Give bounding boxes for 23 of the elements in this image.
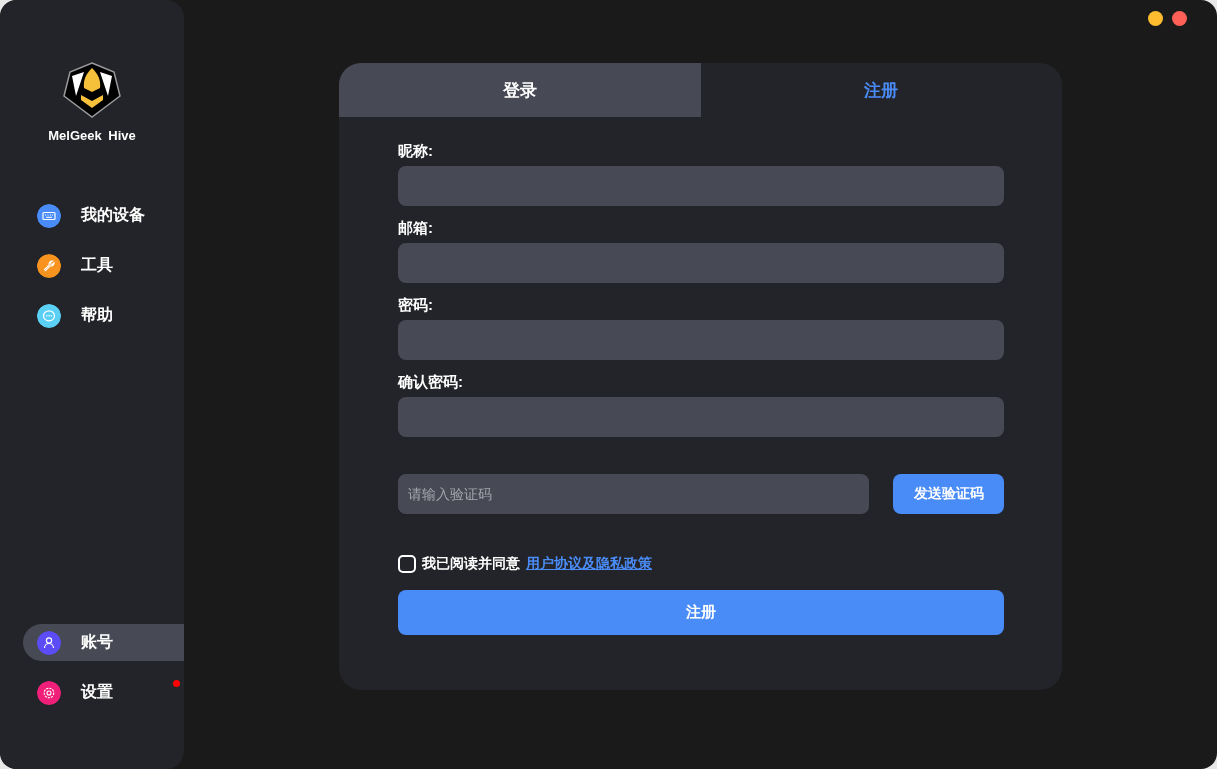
input-field[interactable] (398, 397, 1004, 437)
close-button[interactable] (1172, 11, 1187, 26)
app-name: MelGeek Hive (48, 128, 136, 143)
input-field[interactable] (398, 320, 1004, 360)
sidebar-nav-item[interactable]: 帮助 (23, 297, 184, 334)
sidebar-nav-item[interactable]: 工具 (23, 247, 184, 284)
field-label: 确认密码: (398, 372, 464, 392)
tab[interactable]: 注册 (700, 63, 1062, 117)
sidebar-nav-item[interactable]: 设置 (23, 674, 184, 711)
checkbox[interactable] (398, 555, 416, 573)
bee-logo (62, 62, 122, 118)
input-field[interactable] (398, 243, 1004, 283)
terms-link[interactable]: 用户协议及隐私政策 (526, 555, 652, 573)
sidebar-nav-item[interactable]: 账号 (23, 624, 184, 661)
input-field[interactable] (398, 166, 1004, 206)
sidebar-nav-item[interactable]: 我的设备 (23, 197, 184, 234)
agreement-text: 我已阅读并同意 (422, 555, 520, 573)
field-label: 昵称: (398, 141, 434, 161)
minimize-button[interactable] (1148, 11, 1163, 26)
tab[interactable]: 登录 (339, 63, 701, 117)
field-label: 邮箱: (398, 218, 434, 238)
verification-code-field[interactable]: 请输入验证码 (398, 474, 869, 514)
field-label: 密码: (398, 295, 434, 315)
